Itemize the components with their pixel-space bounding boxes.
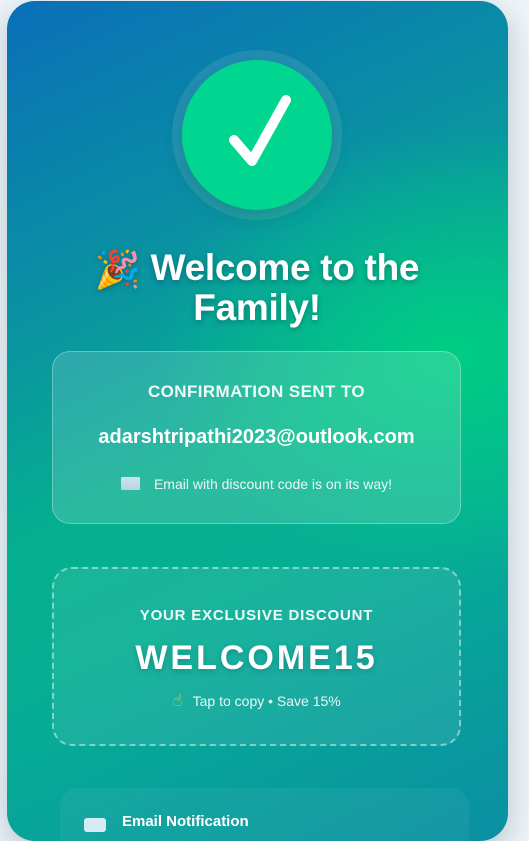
party-popper-icon: 🎉 <box>94 249 141 290</box>
pointing-hand-icon: ☝ <box>172 691 183 710</box>
confirmation-email: adarshtripathi2023@outlook.com <box>98 426 415 448</box>
confirmation-panel: CONFIRMATION SENT TO adarshtripathi2023@… <box>52 351 461 524</box>
confirmation-note: Email with discount code is on its way! <box>53 476 460 492</box>
email-notification-panel: Email Notification <box>60 788 469 841</box>
envelope-icon <box>120 477 140 490</box>
confirmation-label: CONFIRMATION SENT TO <box>147 382 366 401</box>
discount-label: YOUR EXCLUSIVE DISCOUNT <box>139 607 374 624</box>
discount-code-button[interactable]: YOUR EXCLUSIVE DISCOUNT WELCOME15 ☝ Tap t… <box>52 567 461 746</box>
success-circle <box>182 60 332 210</box>
copy-hint: ☝ Tap to copy • Save 15% <box>54 691 459 711</box>
welcome-card: 🎉 Welcome to the Family! CONFIRMATION SEN… <box>7 1 508 841</box>
success-badge <box>172 50 342 220</box>
page-title: 🎉 Welcome to the Family! <box>67 249 447 327</box>
discount-code[interactable]: WELCOME15 <box>54 639 459 678</box>
checkmark-icon <box>229 95 291 166</box>
confirmation-note-text: Email with discount code is on its way! <box>153 476 393 492</box>
email-icon <box>84 818 106 832</box>
copy-hint-text: Tap to copy • Save 15% <box>192 693 341 709</box>
title-text: Welcome to the Family! <box>150 247 420 328</box>
